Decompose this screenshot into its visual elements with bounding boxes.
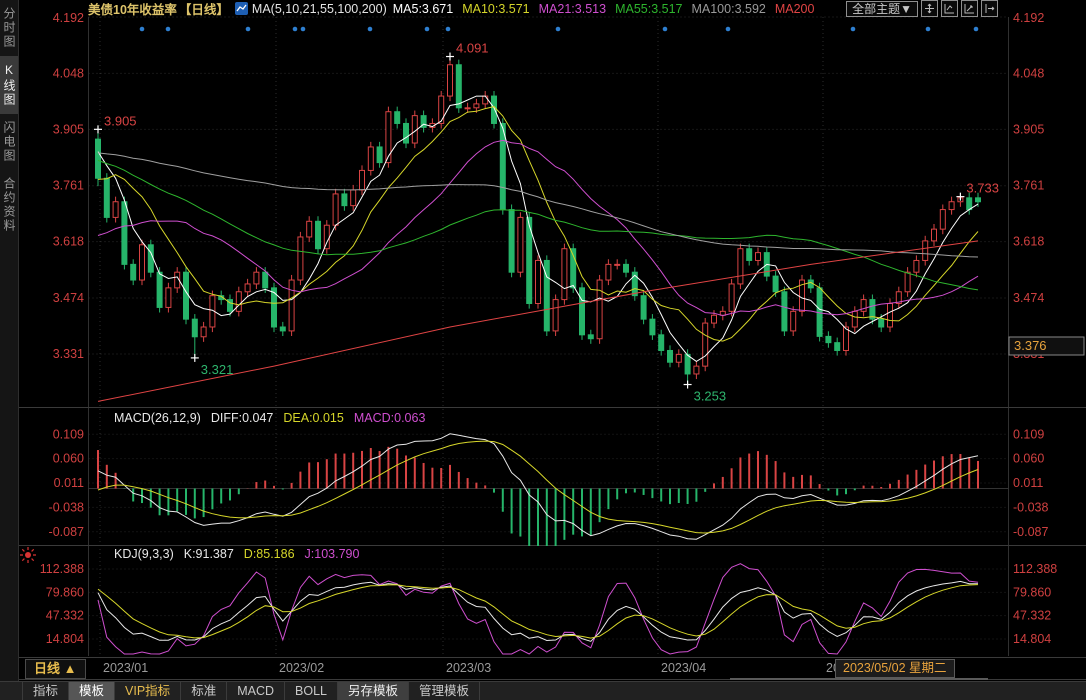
svg-text:4.048: 4.048 — [1013, 66, 1044, 80]
candles-layer — [96, 57, 981, 385]
ma200-value: MA200 — [775, 2, 815, 16]
svg-text:0.109: 0.109 — [53, 427, 84, 441]
sidebar-item-timeshare[interactable]: 分时图 — [0, 0, 18, 56]
svg-text:3.905: 3.905 — [104, 113, 137, 128]
svg-text:112.388: 112.388 — [1013, 562, 1057, 576]
svg-text:79.860: 79.860 — [46, 585, 84, 599]
svg-text:3.618: 3.618 — [53, 235, 84, 249]
ma55-value: MA55:3.517 — [615, 2, 682, 16]
tab-save-template[interactable]: 另存模板 — [338, 682, 409, 700]
svg-text:3.331: 3.331 — [53, 347, 84, 361]
event-markers — [140, 27, 979, 32]
month-label: 2023/04 — [661, 661, 706, 675]
macd-histogram — [98, 447, 978, 546]
svg-text:3.905: 3.905 — [1013, 122, 1044, 136]
chart-scrollbar[interactable] — [730, 678, 988, 680]
period-tag: 【日线】 — [179, 0, 229, 18]
ma5-value: MA5:3.671 — [393, 2, 453, 16]
svg-text:-0.038: -0.038 — [1013, 500, 1048, 514]
kdj-d-line — [98, 585, 978, 639]
ma5-line — [98, 96, 978, 361]
ma100-value: MA100:3.592 — [691, 2, 765, 16]
svg-text:14.804: 14.804 — [1013, 632, 1051, 646]
theme-select-button[interactable]: 全部主题▼ — [846, 1, 918, 17]
alert-dot-icon — [19, 546, 37, 569]
period-selector[interactable]: 日线 ▲ — [25, 659, 86, 679]
ma21-value: MA21:3.513 — [539, 2, 606, 16]
bottom-tab-bar: 指标 模板 VIP指标 标准 MACD BOLL 另存模板 管理模板 — [0, 681, 1086, 700]
sidebar-item-contract-info[interactable]: 合约资料 — [0, 170, 18, 240]
chart-header: 美债10年收益率 【日线】 MA(5,10,21,55,100,200) MA5… — [18, 0, 1086, 17]
kdj-params: KDJ(9,3,3) — [114, 547, 174, 561]
ma10-value: MA10:3.571 — [462, 2, 529, 16]
macd-diff-value: DIFF:0.047 — [211, 411, 274, 425]
svg-text:3.474: 3.474 — [1013, 291, 1044, 305]
svg-text:-0.038: -0.038 — [49, 500, 84, 514]
sidebar-item-kline[interactable]: K线图 — [0, 56, 18, 114]
svg-text:3.253: 3.253 — [694, 389, 727, 404]
svg-text:47.332: 47.332 — [1013, 609, 1051, 623]
left-sidebar: 分时图 K线图 闪电图 合约资料 — [0, 0, 19, 700]
kdj-j-value: J:103.790 — [305, 547, 360, 561]
crosshair-date-label: 2023/05/02 星期二 — [835, 659, 955, 678]
svg-text:0.011: 0.011 — [1013, 476, 1043, 490]
kdj-pane-header: KDJ(9,3,3) K:91.387 D:85.186 J:103.790 — [114, 546, 359, 562]
svg-text:3.905: 3.905 — [53, 122, 84, 136]
month-label: 2023/02 — [279, 661, 324, 675]
sidebar-item-flash[interactable]: 闪电图 — [0, 114, 18, 170]
svg-text:3.761: 3.761 — [53, 179, 84, 193]
svg-text:3.376: 3.376 — [1014, 338, 1047, 353]
kdj-k-value: K:91.387 — [184, 547, 234, 561]
tab-template[interactable]: 模板 — [69, 682, 115, 700]
month-label: 2023/03 — [446, 661, 491, 675]
macd-dea-value: DEA:0.015 — [283, 411, 343, 425]
svg-text:3.733: 3.733 — [966, 181, 999, 196]
ma100-line — [98, 153, 978, 257]
svg-text:3.474: 3.474 — [53, 291, 84, 305]
chart-type-icon — [235, 2, 248, 15]
kdj-d-value: D:85.186 — [244, 547, 295, 561]
crosshair-tool-icon[interactable] — [921, 0, 938, 17]
svg-text:79.860: 79.860 — [1013, 585, 1051, 599]
svg-text:4.048: 4.048 — [53, 66, 84, 80]
svg-text:112.388: 112.388 — [40, 562, 84, 576]
svg-text:0.060: 0.060 — [1013, 452, 1044, 466]
macd-params: MACD(26,12,9) — [114, 411, 201, 425]
svg-text:3.761: 3.761 — [1013, 179, 1044, 193]
pan-right-icon[interactable] — [981, 0, 998, 17]
zoom-area-icon[interactable] — [941, 0, 958, 17]
tab-indicator[interactable]: 指标 — [22, 682, 69, 700]
svg-text:-0.087: -0.087 — [49, 525, 84, 539]
kline-chart-canvas[interactable]: 3.9053.3214.0913.2533.7334.1924.1924.048… — [0, 0, 1086, 700]
svg-text:0.060: 0.060 — [53, 452, 84, 466]
tab-standard[interactable]: 标准 — [181, 682, 227, 700]
svg-text:14.804: 14.804 — [46, 632, 84, 646]
svg-text:3.321: 3.321 — [201, 362, 234, 377]
instrument-title: 美债10年收益率 — [88, 0, 177, 18]
axis-scale-icon[interactable] — [961, 0, 978, 17]
tab-boll[interactable]: BOLL — [285, 682, 338, 700]
tab-macd[interactable]: MACD — [227, 682, 285, 700]
time-axis-row: 日线 ▲ 2023/01 2023/02 2023/03 2023/04 2023/05… — [18, 657, 1086, 680]
macd-pane-header: MACD(26,12,9) DIFF:0.047 DEA:0.015 MACD:… — [114, 410, 425, 426]
kdj-j-line — [98, 564, 978, 654]
macd-macd-value: MACD:0.063 — [354, 411, 426, 425]
month-label: 2023/01 — [103, 661, 148, 675]
svg-text:47.332: 47.332 — [46, 609, 84, 623]
ma-group-label: MA(5,10,21,55,100,200) — [252, 2, 387, 16]
svg-text:3.618: 3.618 — [1013, 235, 1044, 249]
tab-vip-indicator[interactable]: VIP指标 — [115, 682, 181, 700]
svg-text:4.091: 4.091 — [456, 41, 489, 56]
tab-manage-template[interactable]: 管理模板 — [409, 682, 480, 700]
svg-text:-0.087: -0.087 — [1013, 525, 1048, 539]
trading-app: 3.9053.3214.0913.2533.7334.1924.1924.048… — [0, 0, 1086, 700]
svg-text:0.011: 0.011 — [54, 476, 84, 490]
svg-text:0.109: 0.109 — [1013, 427, 1044, 441]
